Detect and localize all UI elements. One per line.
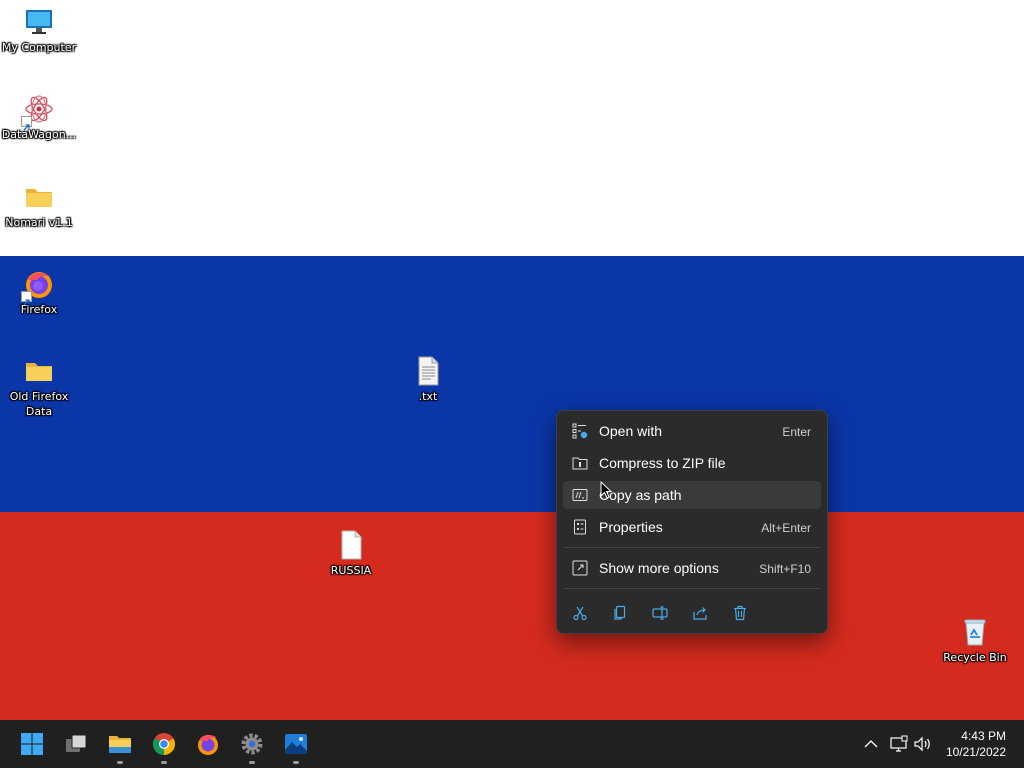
folder-icon bbox=[23, 181, 55, 213]
chevron-up-icon[interactable] bbox=[861, 734, 881, 754]
recycle-bin-icon bbox=[959, 616, 991, 648]
wallpaper-blue-stripe bbox=[0, 256, 1024, 512]
mouse-cursor-icon bbox=[600, 481, 612, 499]
wallpaper-red-stripe bbox=[0, 512, 1024, 720]
task-view-icon bbox=[66, 734, 87, 752]
context-menu: Open with Enter Compress to ZIP file Cop… bbox=[556, 410, 828, 634]
firefox-icon bbox=[198, 734, 218, 755]
clock-date: 10/21/2022 bbox=[945, 745, 1006, 759]
properties-icon bbox=[572, 519, 588, 535]
folder-icon bbox=[23, 355, 55, 387]
more-options-icon bbox=[572, 560, 588, 576]
menu-separator bbox=[563, 588, 821, 589]
menu-separator bbox=[563, 547, 821, 548]
desktop[interactable]: My Computer DataWagon... Nomari v1.1 Fir… bbox=[0, 0, 1024, 720]
running-indicator bbox=[117, 761, 123, 764]
running-indicator bbox=[161, 761, 167, 764]
desktop-icon-recycle-bin[interactable]: Recycle Bin bbox=[935, 616, 1015, 665]
settings-icon bbox=[241, 733, 263, 755]
open-with-icon bbox=[572, 423, 588, 439]
task-view-button[interactable] bbox=[56, 724, 96, 764]
copy-button[interactable] bbox=[606, 601, 634, 625]
photos-button[interactable] bbox=[276, 724, 316, 764]
desktop-icon-old-firefox-data[interactable]: Old Firefox Data bbox=[0, 355, 79, 419]
datawagon-icon bbox=[21, 93, 55, 131]
desktop-icon-russia[interactable]: RUSSIA bbox=[311, 529, 391, 578]
cut-button[interactable] bbox=[566, 601, 594, 625]
share-button[interactable] bbox=[686, 601, 714, 625]
shortcut-arrow-icon bbox=[21, 291, 32, 306]
delete-button[interactable] bbox=[726, 601, 754, 625]
taskbar: 4:43 PM 10/21/2022 bbox=[0, 720, 1024, 768]
desktop-icon-txt-file[interactable]: .txt bbox=[388, 355, 468, 404]
text-file-icon bbox=[412, 355, 444, 387]
running-indicator bbox=[249, 761, 255, 764]
copy-path-icon bbox=[572, 487, 588, 503]
shortcut-arrow-icon bbox=[21, 116, 32, 131]
start-icon bbox=[21, 733, 43, 755]
blank-file-icon bbox=[335, 529, 367, 561]
menu-item-compress-zip[interactable]: Compress to ZIP file bbox=[563, 449, 821, 477]
chrome-button[interactable] bbox=[144, 724, 184, 764]
firefox-taskbar-button[interactable] bbox=[188, 724, 228, 764]
file-explorer-icon bbox=[109, 736, 131, 753]
system-clock[interactable]: 4:43 PM 10/21/2022 bbox=[936, 728, 1006, 760]
desktop-icon-my-computer[interactable]: My Computer bbox=[0, 6, 79, 55]
menu-item-open-with[interactable]: Open with Enter bbox=[563, 417, 821, 445]
chrome-icon bbox=[153, 733, 175, 755]
settings-button[interactable] bbox=[232, 724, 272, 764]
copy-icon bbox=[614, 605, 626, 620]
desktop-icon-datawagon[interactable]: DataWagon... bbox=[0, 93, 79, 142]
firefox-icon bbox=[21, 268, 55, 306]
file-explorer-button[interactable] bbox=[100, 724, 140, 764]
desktop-icon-nomari[interactable]: Nomari v1.1 bbox=[0, 181, 79, 230]
share-icon bbox=[693, 607, 707, 620]
rename-button[interactable] bbox=[646, 601, 674, 625]
desktop-icon-firefox[interactable]: Firefox bbox=[0, 268, 79, 317]
monitor-icon bbox=[23, 6, 55, 38]
start-button[interactable] bbox=[12, 724, 52, 764]
delete-icon bbox=[734, 605, 746, 621]
zip-icon bbox=[572, 455, 588, 471]
photos-icon bbox=[285, 734, 307, 754]
network-icon[interactable] bbox=[889, 734, 909, 754]
menu-item-show-more-options[interactable]: Show more options Shift+F10 bbox=[563, 554, 821, 582]
clock-time: 4:43 PM bbox=[961, 729, 1006, 743]
volume-icon[interactable] bbox=[913, 734, 933, 754]
menu-item-properties[interactable]: Properties Alt+Enter bbox=[563, 513, 821, 541]
wallpaper-white-stripe bbox=[0, 0, 1024, 256]
running-indicator bbox=[293, 761, 299, 764]
cut-icon bbox=[573, 606, 587, 621]
rename-icon bbox=[652, 606, 668, 620]
